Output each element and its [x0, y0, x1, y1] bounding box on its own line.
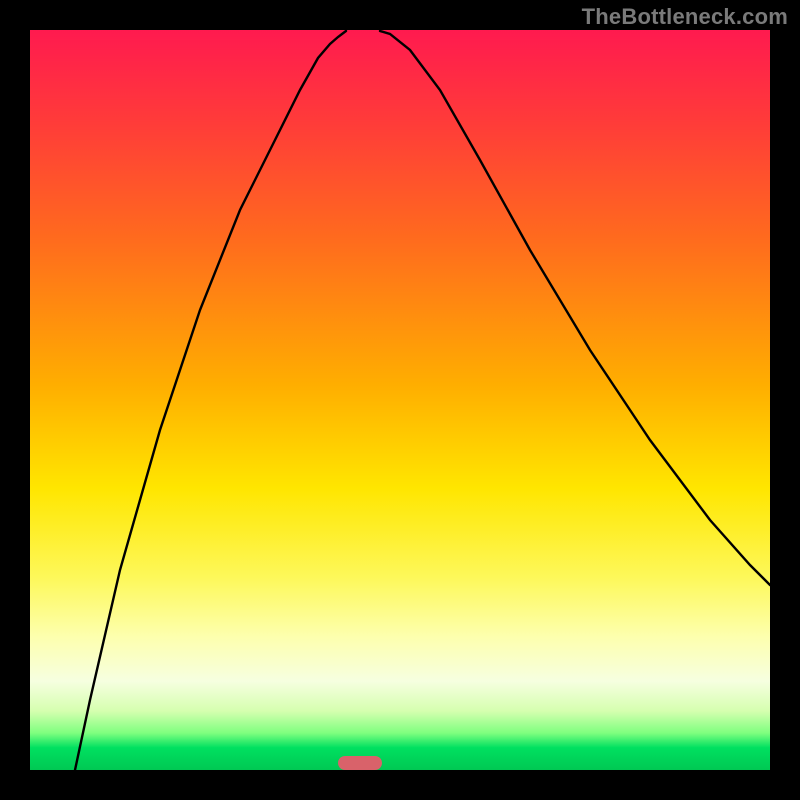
curve-right-branch [380, 31, 770, 585]
optimal-marker [338, 756, 382, 770]
watermark-label: TheBottleneck.com [582, 4, 788, 30]
outer-frame: TheBottleneck.com [0, 0, 800, 800]
curve-left-branch [75, 31, 346, 770]
bottleneck-curve [30, 30, 770, 770]
plot-area [30, 30, 770, 770]
